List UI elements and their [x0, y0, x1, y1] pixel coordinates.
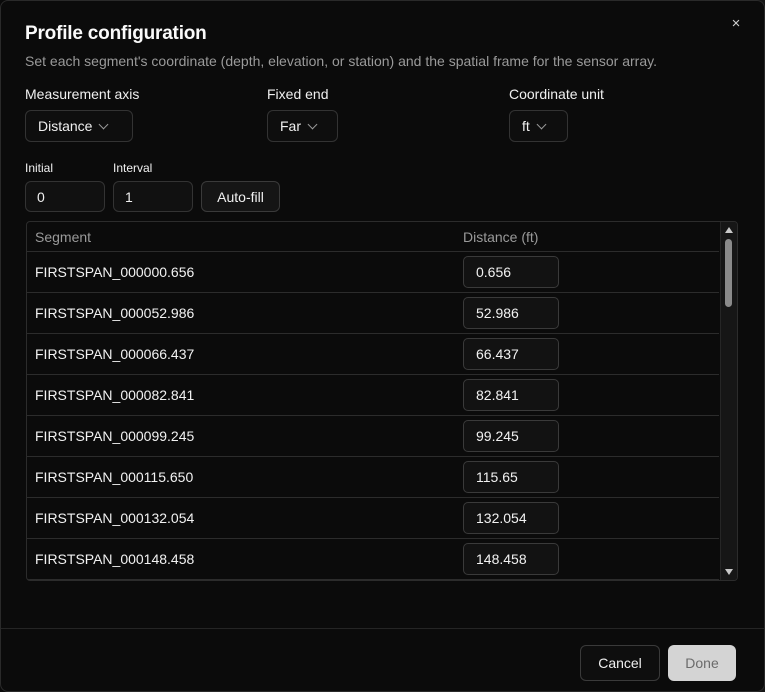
- fixed-end-label: Fixed end: [267, 86, 329, 102]
- segment-table: Segment Distance (ft) FIRSTSPAN_000000.6…: [26, 221, 738, 581]
- table-row: FIRSTSPAN_000115.650: [27, 457, 719, 498]
- distance-column-header: Distance (ft): [463, 229, 539, 245]
- segment-name: FIRSTSPAN_000000.656: [35, 264, 195, 280]
- cancel-button[interactable]: Cancel: [580, 645, 660, 681]
- distance-input[interactable]: [463, 297, 559, 329]
- scrollbar-thumb[interactable]: [725, 239, 732, 307]
- distance-input[interactable]: [463, 543, 559, 575]
- distance-input[interactable]: [463, 502, 559, 534]
- measurement-axis-label: Measurement axis: [25, 86, 140, 102]
- segment-name: FIRSTSPAN_000066.437: [35, 346, 195, 362]
- fixed-end-value: Far: [280, 118, 301, 134]
- distance-input[interactable]: [463, 461, 559, 493]
- initial-input[interactable]: [25, 181, 105, 212]
- measurement-axis-value: Distance: [38, 118, 93, 134]
- interval-label: Interval: [113, 161, 153, 175]
- segment-name: FIRSTSPAN_000148.458: [35, 551, 195, 567]
- table-row: FIRSTSPAN_000099.245: [27, 416, 719, 457]
- distance-input[interactable]: [463, 379, 559, 411]
- profile-configuration-dialog: Profile configuration Set each segment's…: [0, 0, 765, 692]
- table-row: FIRSTSPAN_000082.841: [27, 375, 719, 416]
- initial-label: Initial: [25, 161, 54, 175]
- chevron-down-icon: [99, 119, 109, 129]
- segment-column-header: Segment: [35, 229, 92, 245]
- segment-name: FIRSTSPAN_000099.245: [35, 428, 195, 444]
- coordinate-unit-select[interactable]: ft: [509, 110, 568, 142]
- segment-name: FIRSTSPAN_000052.986: [35, 305, 195, 321]
- distance-input[interactable]: [463, 420, 559, 452]
- fixed-end-select[interactable]: Far: [267, 110, 338, 142]
- segment-name: FIRSTSPAN_000082.841: [35, 387, 195, 403]
- table-header: Segment Distance (ft): [27, 222, 719, 252]
- footer-divider: [1, 628, 764, 629]
- close-icon[interactable]: ×: [727, 15, 745, 33]
- segment-name: FIRSTSPAN_000132.054: [35, 510, 195, 526]
- table-row: FIRSTSPAN_000148.458: [27, 539, 719, 580]
- table-row: FIRSTSPAN_000132.054: [27, 498, 719, 539]
- table-row: FIRSTSPAN_000066.437: [27, 334, 719, 375]
- scroll-down-icon[interactable]: [725, 569, 733, 575]
- chevron-down-icon: [307, 119, 318, 129]
- table-row: FIRSTSPAN_000000.656: [27, 252, 719, 293]
- distance-input[interactable]: [463, 338, 559, 370]
- table-scrollbar[interactable]: [720, 222, 737, 580]
- distance-input[interactable]: [463, 256, 559, 288]
- table-body: FIRSTSPAN_000000.656 FIRSTSPAN_000052.986…: [27, 252, 719, 580]
- done-button[interactable]: Done: [668, 645, 736, 681]
- chevron-down-icon: [536, 119, 547, 129]
- auto-fill-button[interactable]: Auto-fill: [201, 181, 280, 212]
- measurement-axis-select[interactable]: Distance: [25, 110, 133, 142]
- segment-name: FIRSTSPAN_000115.650: [35, 469, 194, 485]
- interval-input[interactable]: [113, 181, 193, 212]
- coordinate-unit-label: Coordinate unit: [509, 86, 604, 102]
- dialog-title: Profile configuration: [25, 23, 207, 44]
- table-row: FIRSTSPAN_000052.986: [27, 293, 719, 334]
- dialog-subtitle: Set each segment's coordinate (depth, el…: [25, 53, 657, 69]
- coordinate-unit-value: ft: [522, 118, 530, 134]
- scroll-up-icon[interactable]: [725, 227, 733, 233]
